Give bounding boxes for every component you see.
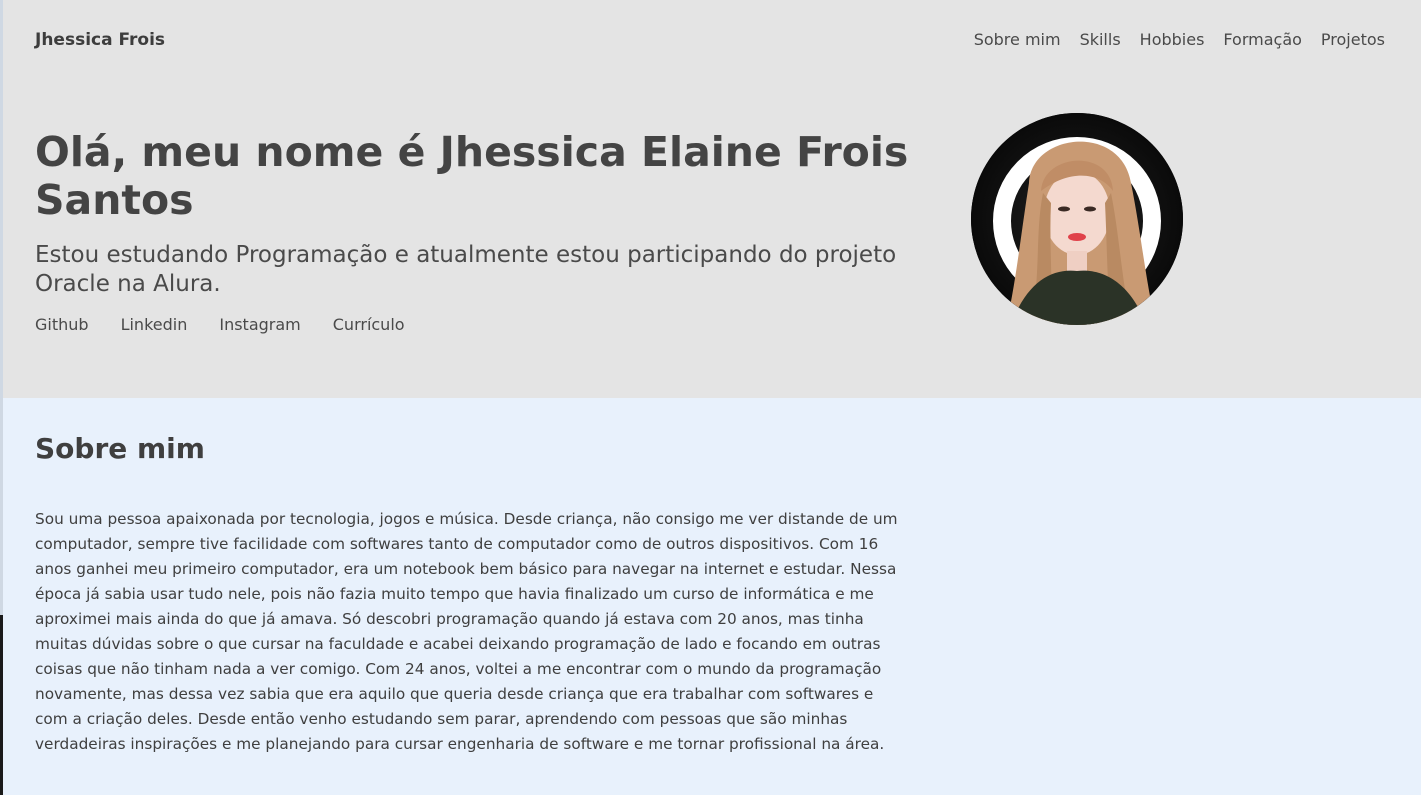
hero-section: Jhessica Frois Sobre mim Skills Hobbies … (3, 0, 1421, 398)
profile-photo-illustration (971, 113, 1183, 325)
curriculo-link[interactable]: Currículo (333, 315, 405, 334)
main-nav: Sobre mim Skills Hobbies Formação Projet… (974, 30, 1385, 49)
about-section: Sobre mim Sou uma pessoa apaixonada por … (3, 398, 1421, 795)
about-title: Sobre mim (35, 432, 205, 465)
about-text: Sou uma pessoa apaixonada por tecnologia… (35, 510, 898, 753)
nav-hobbies[interactable]: Hobbies (1140, 30, 1205, 49)
github-link[interactable]: Github (35, 315, 89, 334)
brand-link[interactable]: Jhessica Frois (35, 30, 165, 50)
nav-sobre-mim[interactable]: Sobre mim (974, 30, 1061, 49)
nav-formacao[interactable]: Formação (1223, 30, 1302, 49)
hero-title: Olá, meu nome é Jhessica Elaine Frois Sa… (35, 128, 909, 224)
linkedin-link[interactable]: Linkedin (121, 315, 188, 334)
profile-photo (971, 113, 1183, 325)
hero-subtitle: Estou estudando Programação e atualmente… (35, 242, 897, 297)
nav-projetos[interactable]: Projetos (1321, 30, 1385, 49)
nav-skills[interactable]: Skills (1080, 30, 1121, 49)
social-links: Github Linkedin Instagram Currículo (35, 315, 405, 334)
instagram-link[interactable]: Instagram (219, 315, 300, 334)
